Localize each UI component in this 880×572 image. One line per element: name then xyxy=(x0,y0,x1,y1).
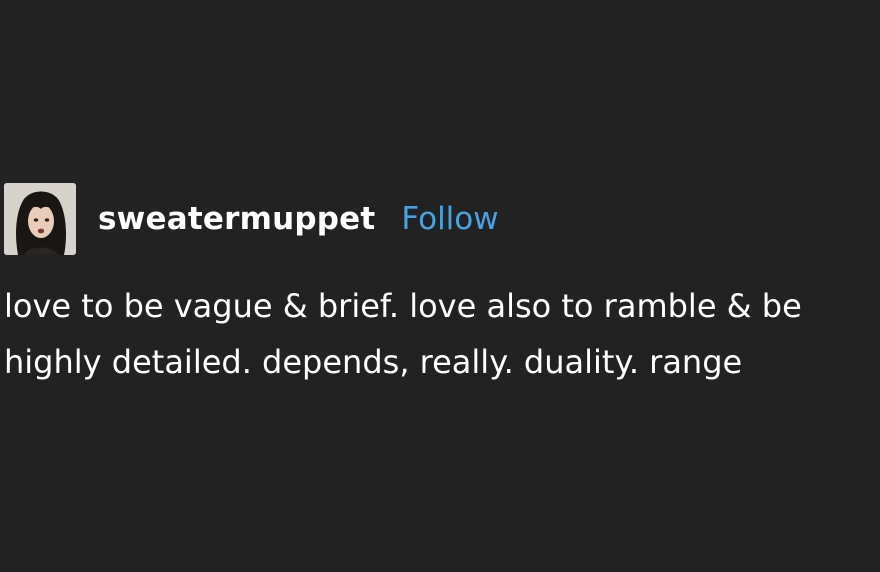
post-body: love to be vague & brief. love also to r… xyxy=(4,278,876,390)
post-body-line: highly detailed. depends, really. dualit… xyxy=(4,343,743,381)
follow-button[interactable]: Follow xyxy=(401,201,498,237)
avatar[interactable] xyxy=(4,183,76,255)
username-link[interactable]: sweatermuppet xyxy=(98,201,375,237)
post-header: sweatermuppet Follow xyxy=(4,182,499,256)
user-avatar-icon xyxy=(4,183,76,255)
post-body-line: love to be vague & brief. love also to r… xyxy=(4,287,802,325)
post: sweatermuppet Follow love to be vague & … xyxy=(0,0,880,572)
